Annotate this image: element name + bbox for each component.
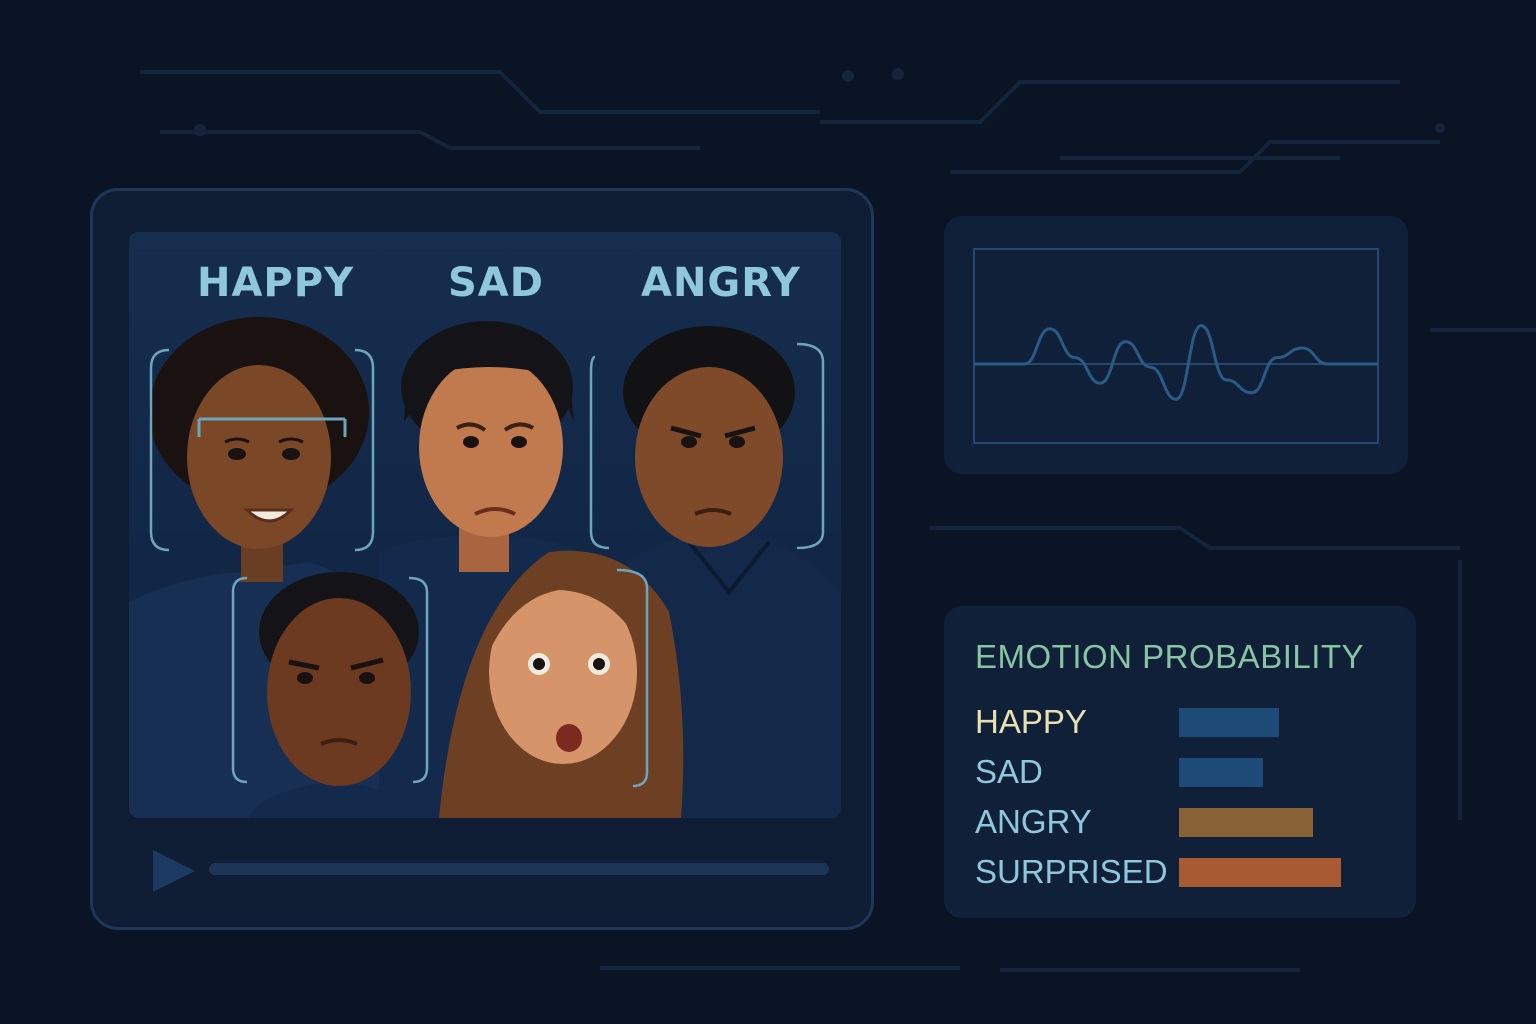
emotion-label: HAPPY — [975, 703, 1087, 740]
waveform-frame — [973, 248, 1379, 444]
emotion-bar — [1179, 808, 1313, 837]
emotion-probability-panel: EMOTION PROBABILITY HAPPY SAD ANGRY SURPRIS… — [944, 606, 1416, 918]
emotion-label: SAD — [975, 753, 1043, 790]
emotion-row: SURPRISED — [975, 852, 1395, 892]
waveform-chart — [973, 248, 1379, 444]
label-angry: ANGRY — [641, 260, 801, 306]
label-sad: SAD — [448, 260, 544, 306]
emotion-row: ANGRY — [975, 802, 1395, 842]
progress-bar[interactable] — [209, 863, 829, 875]
video-frame[interactable]: HAPPY SAD ANGRY — [129, 232, 841, 818]
panel-title: EMOTION PROBABILITY — [975, 638, 1365, 675]
emotion-label: ANGRY — [975, 803, 1092, 840]
emotion-row: SAD — [975, 752, 1395, 792]
emotion-label: SURPRISED — [975, 853, 1168, 890]
waveform-line — [974, 324, 1378, 401]
label-happy: HAPPY — [197, 260, 355, 306]
faces-illustration — [129, 232, 841, 818]
emotion-bar — [1179, 708, 1279, 737]
waveform-panel — [944, 216, 1408, 474]
emotion-bar — [1179, 758, 1263, 787]
play-icon[interactable] — [149, 846, 199, 896]
video-player: HAPPY SAD ANGRY — [90, 188, 874, 930]
emotion-bar — [1179, 858, 1341, 887]
emotion-row: HAPPY — [975, 702, 1395, 742]
